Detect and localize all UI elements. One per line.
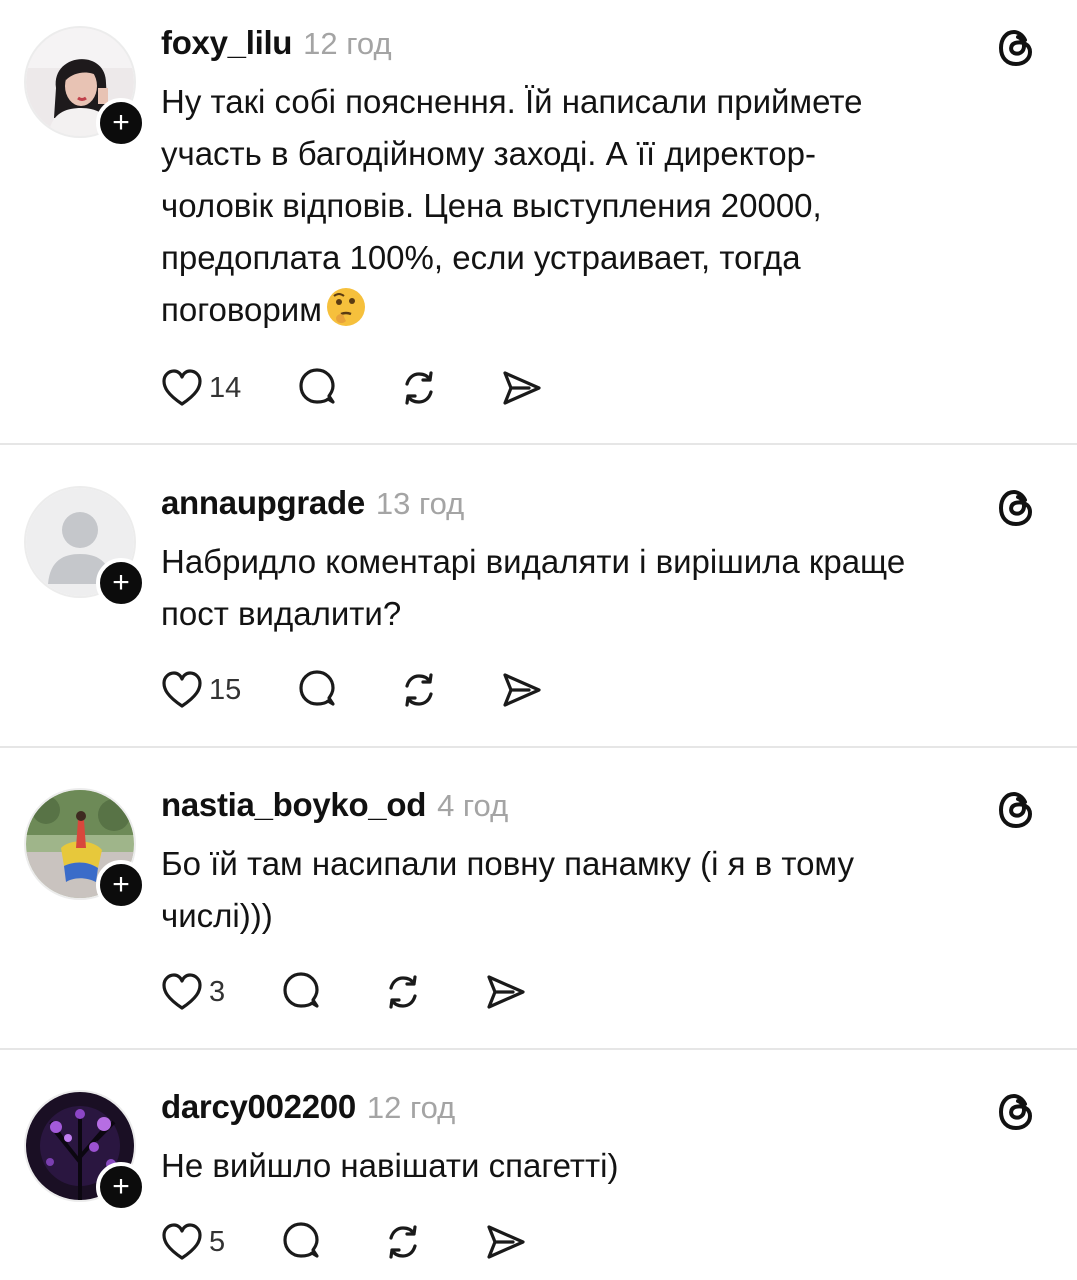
like-count: 14 xyxy=(209,371,242,404)
text-line-with-emoji: поговорим xyxy=(161,284,1041,336)
username[interactable]: nastia_boyko_od xyxy=(161,786,426,824)
post-actions: 5 xyxy=(161,1218,527,1266)
text-line: Набридло коментарі видаляти і вирішила к… xyxy=(161,543,906,580)
avatar[interactable]: + xyxy=(24,26,146,148)
like-button[interactable]: 14 xyxy=(161,368,241,408)
text-line: поговорим xyxy=(161,291,322,328)
follow-button[interactable]: + xyxy=(96,860,146,910)
avatar[interactable]: + xyxy=(24,788,146,910)
comments-feed: + foxy_lilu 12 год Ну такі собі поясненн… xyxy=(0,0,1077,1280)
repost-icon xyxy=(405,673,433,707)
text-line: Не вийшло навішати спагетті) xyxy=(161,1147,619,1184)
share-button[interactable] xyxy=(483,1220,527,1264)
text-line: пост видалити? xyxy=(161,595,402,632)
plus-icon: + xyxy=(112,868,130,901)
like-count: 15 xyxy=(209,673,242,706)
share-button[interactable] xyxy=(499,366,543,410)
comment-button[interactable] xyxy=(295,366,339,410)
plus-icon: + xyxy=(112,566,130,599)
timestamp: 12 год xyxy=(366,1090,456,1125)
text-line: Бо їй там насипали повну панамку (і я в … xyxy=(161,845,854,882)
threads-icon[interactable] xyxy=(996,26,1036,70)
post: + nastia_boyko_od 4 год Бо їй там насипа… xyxy=(0,786,1077,1026)
like-button[interactable]: 15 xyxy=(161,670,241,710)
avatar[interactable]: + xyxy=(24,486,146,608)
post-actions: 3 xyxy=(161,968,527,1016)
post-header: nastia_boyko_od 4 год xyxy=(161,786,508,830)
divider xyxy=(0,1048,1077,1050)
repost-icon xyxy=(389,975,417,1009)
post-text: Ну такі собі пояснення. Їй написали прий… xyxy=(161,76,1041,336)
comment-button[interactable] xyxy=(295,668,339,712)
heart-icon xyxy=(162,671,202,708)
post-header: darcy002200 12 год xyxy=(161,1088,455,1132)
post: + darcy002200 12 год Не вийшло навішати … xyxy=(0,1088,1077,1280)
comment-icon xyxy=(299,368,335,404)
text-line: участь в багодійному заході. А її директ… xyxy=(161,135,816,172)
post-actions: 14 xyxy=(161,364,543,412)
repost-icon xyxy=(405,371,433,405)
text-line: чоловік відповів. Цена выступления 20000… xyxy=(161,187,822,224)
threads-icon[interactable] xyxy=(996,486,1036,530)
follow-button[interactable]: + xyxy=(96,558,146,608)
like-count: 5 xyxy=(209,1225,226,1258)
post: + foxy_lilu 12 год Ну такі собі поясненн… xyxy=(0,20,1077,420)
timestamp: 13 год xyxy=(375,486,465,521)
post-text: Бо їй там насипали повну панамку (і я в … xyxy=(161,838,1041,942)
comment-button[interactable] xyxy=(279,1220,323,1264)
post: + annaupgrade 13 год Набридло коментарі … xyxy=(0,484,1077,724)
text-line: предоплата 100%, если устраивает, тогда xyxy=(161,239,801,276)
plus-icon: + xyxy=(112,1170,130,1203)
share-button[interactable] xyxy=(499,668,543,712)
thinking-face-emoji xyxy=(324,285,368,329)
timestamp: 12 год xyxy=(303,26,392,61)
post-text: Не вийшло навішати спагетті) xyxy=(161,1140,1041,1192)
like-button[interactable]: 5 xyxy=(161,1222,225,1262)
share-icon xyxy=(487,1225,525,1259)
comment-icon xyxy=(283,1222,319,1258)
post-actions: 15 xyxy=(161,666,543,714)
like-count: 3 xyxy=(209,975,226,1008)
threads-icon[interactable] xyxy=(996,1090,1036,1134)
heart-icon xyxy=(162,369,202,406)
repost-button[interactable] xyxy=(381,1220,425,1264)
comment-icon xyxy=(283,972,319,1008)
share-button[interactable] xyxy=(483,970,527,1014)
follow-button[interactable]: + xyxy=(96,1162,146,1212)
repost-button[interactable] xyxy=(397,668,441,712)
threads-icon[interactable] xyxy=(996,788,1036,832)
share-icon xyxy=(503,673,541,707)
divider xyxy=(0,746,1077,748)
username[interactable]: annaupgrade xyxy=(161,484,365,522)
repost-button[interactable] xyxy=(397,366,441,410)
share-icon xyxy=(503,371,541,405)
text-line: Ну такі собі пояснення. Їй написали прий… xyxy=(161,83,863,120)
username[interactable]: foxy_lilu xyxy=(161,24,292,62)
heart-icon xyxy=(162,1223,202,1260)
like-button[interactable]: 3 xyxy=(161,972,225,1012)
follow-button[interactable]: + xyxy=(96,98,146,148)
repost-button[interactable] xyxy=(381,970,425,1014)
post-text: Набридло коментарі видаляти і вирішила к… xyxy=(161,536,1041,640)
comment-icon xyxy=(299,670,335,706)
post-header: annaupgrade 13 год xyxy=(161,484,464,528)
plus-icon: + xyxy=(112,106,130,139)
post-header: foxy_lilu 12 год xyxy=(161,24,392,68)
repost-icon xyxy=(389,1225,417,1259)
avatar[interactable]: + xyxy=(24,1090,146,1212)
timestamp: 4 год xyxy=(437,788,509,823)
divider xyxy=(0,443,1077,445)
username[interactable]: darcy002200 xyxy=(161,1088,356,1126)
heart-icon xyxy=(162,973,202,1010)
text-line: числі))) xyxy=(161,897,273,934)
comment-button[interactable] xyxy=(279,970,323,1014)
share-icon xyxy=(487,975,525,1009)
